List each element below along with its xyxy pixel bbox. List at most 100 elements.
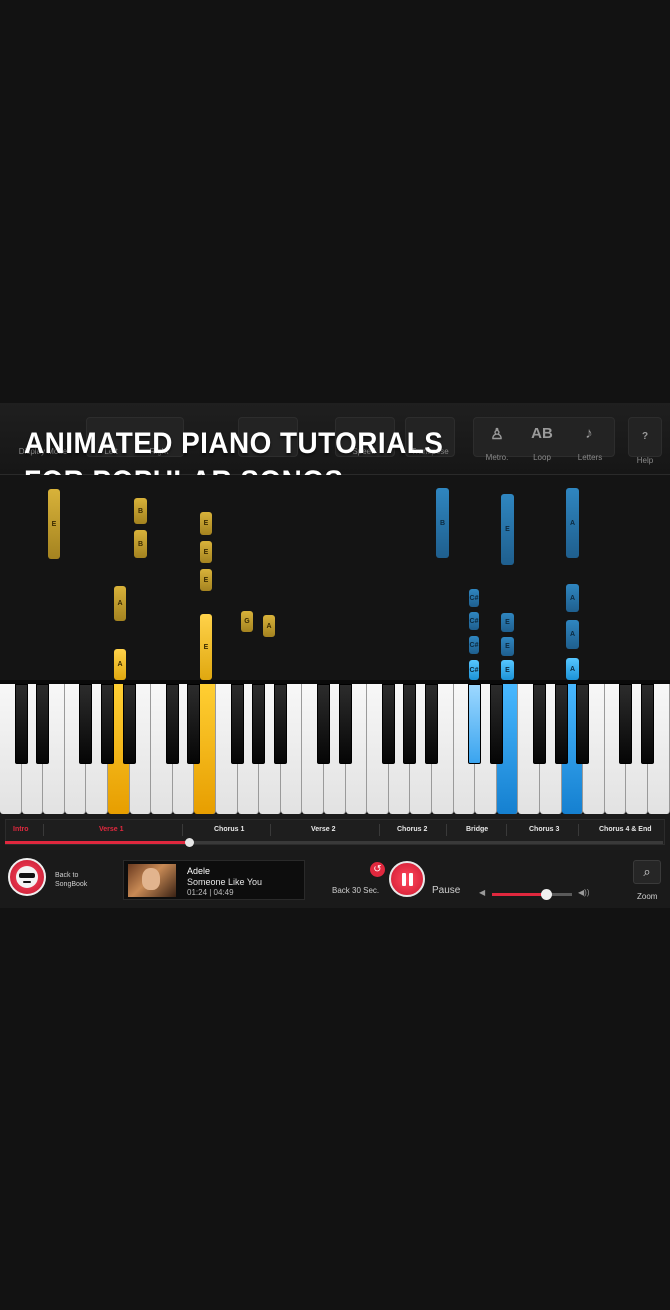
volume-thumb[interactable]	[540, 889, 552, 900]
pause-icon-bar	[408, 872, 413, 886]
black-key[interactable]	[252, 684, 266, 764]
note-blue: E	[501, 613, 514, 632]
section-divider	[446, 824, 447, 836]
note-blue: A	[566, 620, 579, 649]
album-art	[128, 864, 176, 897]
note-blue: A	[566, 584, 579, 612]
black-key[interactable]	[619, 684, 633, 764]
section-divider	[43, 824, 44, 836]
song-progress-thumb[interactable]	[185, 838, 195, 847]
section-divider	[270, 824, 271, 836]
black-key[interactable]	[165, 684, 179, 764]
artist-name: Adele	[187, 866, 211, 876]
back-label-line-2: SongBook	[55, 881, 88, 888]
app-screen: Display Mode Left Right Speed Transpose …	[0, 0, 670, 1310]
note-blue: A	[566, 488, 579, 558]
metronome-icon[interactable]: ♙	[486, 425, 508, 443]
volume-slider[interactable]	[492, 889, 572, 900]
note-blue-active: A	[566, 658, 579, 680]
note-blue: E	[501, 494, 514, 565]
now-playing-card: Adele Someone Like You 01:24 | 04:49	[123, 860, 305, 900]
section-intro[interactable]: Intro	[13, 826, 29, 833]
black-key[interactable]	[468, 684, 482, 764]
section-verse-1[interactable]: Verse 1	[99, 826, 124, 833]
falling-notes-area: E B B E E E A G A A E B E A C# C# C# C# …	[0, 475, 670, 680]
song-progress-fill	[5, 841, 190, 844]
headline-line-1: ANIMATED PIANO TUTORIALS	[24, 427, 444, 460]
note-gold: E	[200, 569, 212, 591]
black-key[interactable]	[576, 684, 590, 764]
loop-ab-icon[interactable]: AB	[528, 425, 556, 442]
black-key[interactable]	[36, 684, 50, 764]
black-key[interactable]	[187, 684, 201, 764]
black-key[interactable]	[122, 684, 136, 764]
note-gold: B	[134, 530, 147, 558]
black-key[interactable]	[554, 684, 568, 764]
black-key[interactable]	[79, 684, 93, 764]
back-to-songbook-button[interactable]	[8, 858, 46, 896]
letters-label: Letters	[577, 453, 603, 462]
black-key[interactable]	[230, 684, 244, 764]
back-label-line-1: Back to	[55, 872, 79, 879]
song-time: 01:24 | 04:49	[187, 888, 234, 897]
note-blue: C#	[469, 589, 479, 607]
note-gold: E	[48, 489, 60, 559]
help-icon[interactable]: ?	[636, 431, 654, 442]
back-to-songbook-label[interactable]: Back to SongBook	[55, 871, 87, 889]
section-divider	[182, 824, 183, 836]
section-verse-2[interactable]: Verse 2	[311, 826, 336, 833]
black-key[interactable]	[489, 684, 503, 764]
back-30-sec-label: Back 30 Sec.	[332, 886, 380, 895]
section-bridge[interactable]: Bridge	[466, 826, 488, 833]
song-progress-track[interactable]	[5, 838, 663, 847]
black-key[interactable]	[101, 684, 114, 764]
black-key[interactable]	[317, 684, 330, 764]
back-30-sec-button[interactable]: ↺	[370, 862, 385, 877]
pause-label: Pause	[432, 885, 461, 896]
zoom-label: Zoom	[637, 892, 658, 901]
note-gold: G	[241, 611, 253, 632]
black-key[interactable]	[533, 684, 546, 764]
section-chorus-1[interactable]: Chorus 1	[214, 826, 244, 833]
section-chorus-2[interactable]: Chorus 2	[397, 826, 427, 833]
letters-note-icon[interactable]: ♪	[578, 425, 600, 442]
pause-icon-bar	[401, 872, 406, 886]
loop-label: Loop	[533, 453, 551, 462]
piano-tutorial-screenshot: Display Mode Left Right Speed Transpose …	[0, 403, 670, 908]
section-divider	[506, 824, 507, 836]
zoom-button[interactable]: ⌕	[633, 860, 661, 884]
black-key[interactable]	[381, 684, 395, 764]
black-key[interactable]	[641, 684, 654, 764]
section-chorus-4-end[interactable]: Chorus 4 & End	[599, 826, 652, 833]
magnifier-icon: ⌕	[643, 864, 651, 879]
note-gold-active: E	[200, 614, 212, 680]
black-key[interactable]	[338, 684, 352, 764]
note-blue-active: E	[501, 660, 514, 680]
note-blue: B	[436, 488, 449, 558]
section-chorus-3[interactable]: Chorus 3	[529, 826, 559, 833]
section-divider	[379, 824, 380, 836]
note-blue: C#	[469, 612, 479, 630]
rewind-icon: ↺	[373, 864, 382, 875]
black-key[interactable]	[403, 684, 417, 764]
note-blue: C#	[469, 636, 479, 654]
volume-low-icon: ◀	[479, 888, 486, 897]
note-gold: B	[134, 498, 147, 524]
volume-fill	[492, 893, 546, 896]
pause-button[interactable]	[389, 861, 425, 897]
note-gold-active: A	[114, 649, 126, 680]
sunglasses-face-icon	[16, 866, 38, 888]
note-blue: E	[501, 637, 514, 656]
black-key[interactable]	[14, 684, 28, 764]
note-blue-active: C#	[469, 660, 479, 680]
black-key[interactable]	[425, 684, 438, 764]
player-bar: Back to SongBook Adele Someone Like You …	[0, 850, 670, 908]
section-divider	[578, 824, 579, 836]
metro-label: Metro.	[485, 453, 509, 462]
song-title: Someone Like You	[187, 877, 263, 887]
note-gold: E	[200, 512, 212, 535]
piano-keyboard[interactable]	[0, 680, 670, 814]
note-gold: A	[263, 615, 275, 637]
black-key[interactable]	[273, 684, 287, 764]
note-gold: E	[200, 541, 212, 563]
